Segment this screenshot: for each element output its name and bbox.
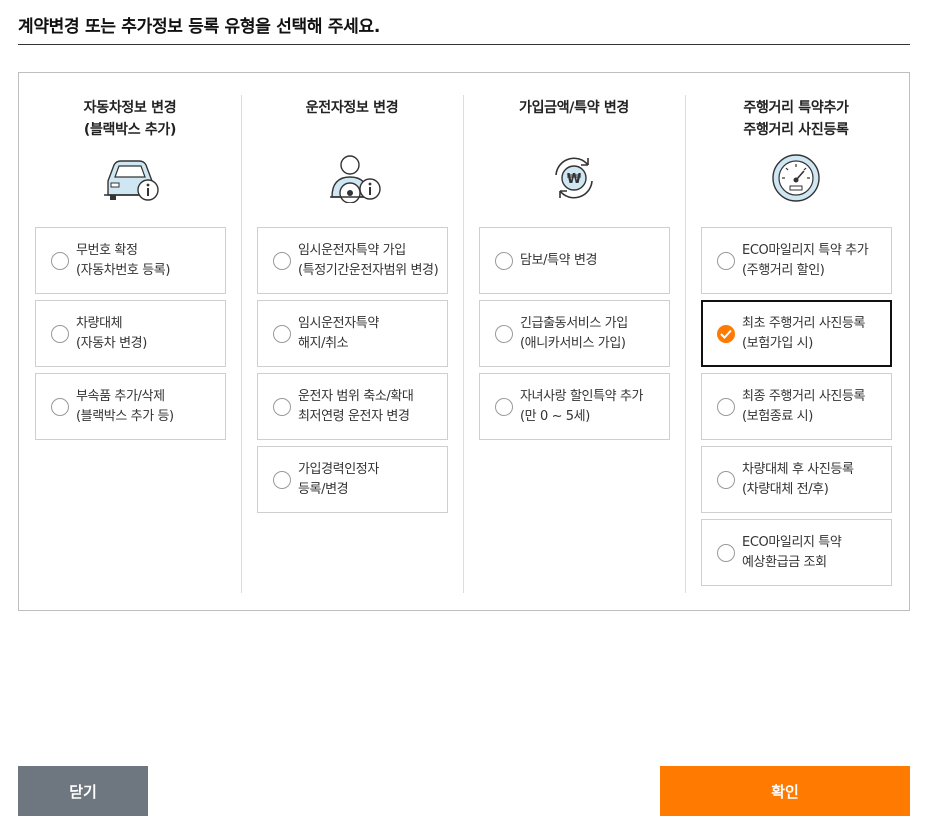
column-title: 자동차정보 변경 (블랙박스 추가) xyxy=(83,100,177,138)
radio-icon[interactable] xyxy=(717,251,735,270)
option-label: 차량대체 후 사진등록 (차량대체 전/후) xyxy=(742,461,854,497)
option-card[interactable]: ECO마일리지 특약 예상환급금 조회 xyxy=(701,519,892,586)
option-card[interactable]: 무번호 확정 (자동차번호 등록) xyxy=(35,227,226,294)
radio-icon[interactable] xyxy=(717,543,735,562)
option-label: 무번호 확정 (자동차번호 등록) xyxy=(76,242,170,278)
option-card[interactable]: 최종 주행거리 사진등록 (보험종료 시) xyxy=(701,373,892,440)
option-card[interactable]: 운전자 범위 축소/확대 최저연령 운전자 변경 xyxy=(257,373,448,440)
radio-icon[interactable] xyxy=(273,470,291,489)
radio-icon[interactable] xyxy=(273,251,291,270)
option-card[interactable]: 임시운전자특약 해지/취소 xyxy=(257,300,448,367)
option-card[interactable]: 임시운전자특약 가입 (특정기간운전자범위 변경) xyxy=(257,227,448,294)
option-label: 자녀사랑 할인특약 추가 (만 0 ~ 5세) xyxy=(520,388,644,424)
option-label: 최초 주행거리 사진등록 (보험가입 시) xyxy=(742,315,866,351)
radio-icon[interactable] xyxy=(495,324,513,343)
option-card[interactable]: ECO마일리지 특약 추가 (주행거리 할인) xyxy=(701,227,892,294)
radio-checked-icon[interactable] xyxy=(717,324,735,343)
option-card[interactable]: 차량대체 (자동차 변경) xyxy=(35,300,226,367)
option-card[interactable]: 긴급출동서비스 가입 (애니카서비스 가입) xyxy=(479,300,670,367)
column-title: 운전자정보 변경 xyxy=(305,100,399,116)
option-label: ECO마일리지 특약 예상환급금 조회 xyxy=(742,534,842,570)
column-title: 가입금액/특약 변경 xyxy=(518,100,630,116)
radio-icon[interactable] xyxy=(51,251,69,270)
radio-icon[interactable] xyxy=(717,470,735,489)
option-label: ECO마일리지 특약 추가 (주행거리 할인) xyxy=(742,242,869,278)
option-card[interactable]: 담보/특약 변경 xyxy=(479,227,670,294)
column-coverage: 가입금액/특약 변경 ₩ 담보/특약 변경긴급출동서비스 가입 (애니카서비스 가… xyxy=(463,73,685,610)
option-label: 임시운전자특약 가입 (특정기간운전자범위 변경) xyxy=(298,242,439,278)
radio-icon[interactable] xyxy=(495,397,513,416)
option-label: 최종 주행거리 사진등록 (보험종료 시) xyxy=(742,388,866,424)
radio-icon[interactable] xyxy=(273,397,291,416)
won-exchange-icon: ₩ xyxy=(555,157,593,199)
column-driver-info: 운전자정보 변경 임시운전자특약 가입 (특정기간운전자범위 변경) 임시운전자특약… xyxy=(241,73,463,610)
svg-text:₩: ₩ xyxy=(567,172,582,187)
radio-icon[interactable] xyxy=(717,397,735,416)
radio-icon[interactable] xyxy=(51,324,69,343)
title-divider xyxy=(18,44,910,45)
car-info-icon xyxy=(104,160,159,201)
option-label: 긴급출동서비스 가입 (애니카서비스 가입) xyxy=(520,315,628,351)
option-card[interactable]: 자녀사랑 할인특약 추가 (만 0 ~ 5세) xyxy=(479,373,670,440)
driver-info-icon xyxy=(330,155,381,203)
close-button[interactable]: 닫기 xyxy=(18,766,148,816)
column-car-info: 자동차정보 변경 (블랙박스 추가) 무번호 확정 (자동차번호 등록) 차량대체(… xyxy=(19,73,241,610)
option-card[interactable]: 가입경력인정자 등록/변경 xyxy=(257,446,448,513)
column-title: 주행거리 특약추가 주행거리 사진등록 xyxy=(743,100,849,138)
option-label: 담보/특약 변경 xyxy=(520,252,598,268)
radio-icon[interactable] xyxy=(273,324,291,343)
option-label: 운전자 범위 축소/확대 최저연령 운전자 변경 xyxy=(298,388,414,424)
option-card[interactable]: 최초 주행거리 사진등록 (보험가입 시) xyxy=(701,300,892,367)
radio-icon[interactable] xyxy=(51,397,69,416)
selection-panel: 자동차정보 변경 (블랙박스 추가) 무번호 확정 (자동차번호 등록) 차량대체(… xyxy=(18,72,910,611)
option-card[interactable]: 차량대체 후 사진등록 (차량대체 전/후) xyxy=(701,446,892,513)
option-label: 차량대체 (자동차 변경) xyxy=(76,315,147,351)
option-label: 부속품 추가/삭제 (블랙박스 추가 등) xyxy=(76,388,174,424)
page-title: 계약변경 또는 추가정보 등록 유형을 선택해 주세요. xyxy=(18,17,381,37)
option-label: 가입경력인정자 등록/변경 xyxy=(298,461,379,497)
confirm-button[interactable]: 확인 xyxy=(660,766,910,816)
option-card[interactable]: 부속품 추가/삭제 (블랙박스 추가 등) xyxy=(35,373,226,440)
column-mileage: 주행거리 특약추가 주행거리 사진등록 ECO마일리지 특약 추가 (주행거리 할… xyxy=(685,73,907,610)
option-label: 임시운전자특약 해지/취소 xyxy=(298,315,379,351)
speedometer-icon xyxy=(772,154,820,202)
radio-icon[interactable] xyxy=(495,251,513,270)
